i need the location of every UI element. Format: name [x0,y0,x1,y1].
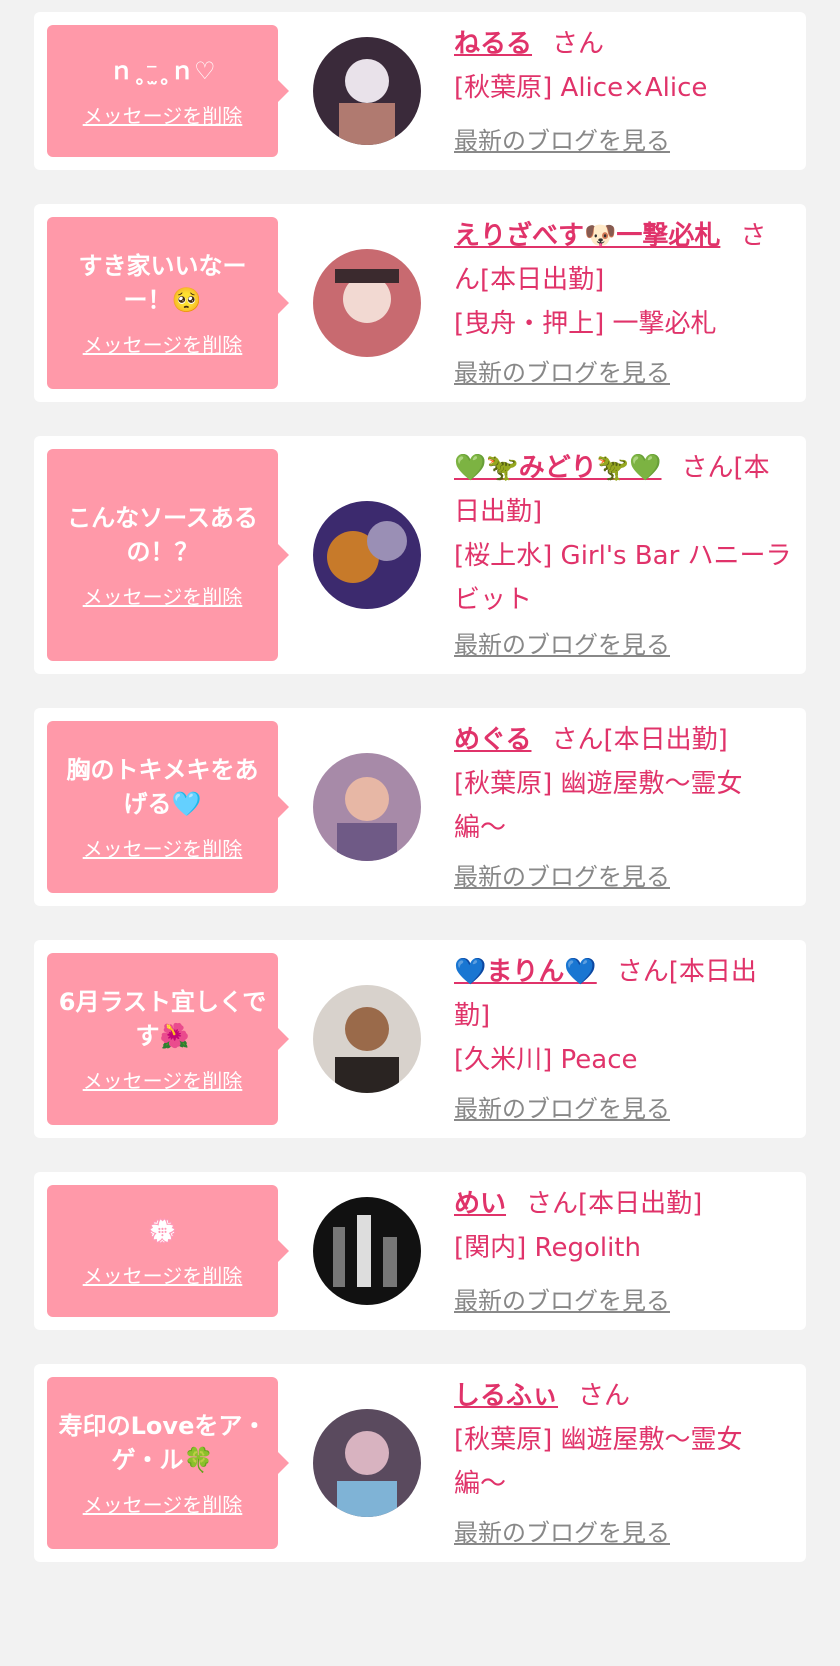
shop-label: [桜上水] Girl's Bar ハニーラビット [454,541,792,615]
message-text: 胸のトキメキをあげる🩵 [66,755,259,818]
latest-blog-link[interactable]: 最新のブログを見る [454,121,670,156]
shop-label: [関内] Regolith [454,1233,641,1263]
delete-message-link[interactable]: メッセージを削除 [83,1065,243,1094]
latest-blog-link[interactable]: 最新のブログを見る [454,1513,670,1548]
cast-info: 💚🦖みどり🦖💚 さん[本日出勤] [桜上水] Girl's Bar ハニーラビット [454,446,792,622]
shop-label: [曳舟・押上] 一撃必札 [454,309,717,339]
cast-info: めい さん[本日出勤] [関内] Regolith [454,1182,792,1270]
avatar[interactable] [313,1197,421,1305]
message-text: 💮 [147,1216,178,1245]
message-bubble: 💮 メッセージを削除 [47,1185,289,1317]
cast-info: めぐる さん[本日出勤] [秋葉原] 幽遊屋敷〜霊女編〜 [454,718,792,850]
favorite-card: ｎ˳⁻̫˳ｎ♡ メッセージを削除 ねるる さん [秋葉原] Alice×Alice… [34,12,806,170]
cast-name-link[interactable]: えりざべす🐶一撃必札 [454,221,720,251]
favorite-card: すき家いいなーー！🥺 メッセージを削除 えりざべす🐶一撃必札 さん[本日出勤] [… [34,204,806,402]
cast-info: えりざべす🐶一撃必札 さん[本日出勤] [曳舟・押上] 一撃必札 [454,214,792,346]
message-text: 6月ラスト宜しくです🌺 [58,987,267,1050]
message-bubble: 寿印のLoveをア・ゲ・ル🍀 メッセージを削除 [47,1377,289,1549]
delete-message-link[interactable]: メッセージを削除 [83,1489,243,1518]
favorite-card: 💮 メッセージを削除 めい さん[本日出勤] [関内] Regolith 最新のブ… [34,1172,806,1330]
shop-label: [秋葉原] Alice×Alice [454,73,708,103]
message-text: ｎ˳⁻̫˳ｎ♡ [109,56,216,85]
favorite-card: 胸のトキメキをあげる🩵 メッセージを削除 めぐる さん[本日出勤] [秋葉原] 幽… [34,708,806,906]
cast-name-link[interactable]: 💙まりん💙 [454,957,597,987]
avatar[interactable] [313,753,421,861]
honorific-status: さん[本日出勤] [526,1189,703,1219]
cast-name-link[interactable]: ねるる [454,29,532,59]
message-text: 寿印のLoveをア・ゲ・ル🍀 [58,1411,267,1474]
message-text: こんなソースあるの！？ [67,503,258,566]
avatar[interactable] [313,501,421,609]
shop-label: [秋葉原] 幽遊屋敷〜霊女編〜 [454,1425,743,1499]
message-bubble: こんなソースあるの！？ メッセージを削除 [47,449,289,661]
message-bubble: 6月ラスト宜しくです🌺 メッセージを削除 [47,953,289,1125]
favorite-list: ｎ˳⁻̫˳ｎ♡ メッセージを削除 ねるる さん [秋葉原] Alice×Alice… [0,0,840,1666]
honorific-status: さん [552,29,605,59]
cast-info: しるふぃ さん [秋葉原] 幽遊屋敷〜霊女編〜 [454,1374,792,1506]
latest-blog-link[interactable]: 最新のブログを見る [454,857,670,892]
latest-blog-link[interactable]: 最新のブログを見る [454,1089,670,1124]
latest-blog-link[interactable]: 最新のブログを見る [454,353,670,388]
favorite-card: 寿印のLoveをア・ゲ・ル🍀 メッセージを削除 しるふぃ さん [秋葉原] 幽遊屋… [34,1364,806,1562]
favorite-card: こんなソースあるの！？ メッセージを削除 💚🦖みどり🦖💚 さん[本日出勤] [桜上… [34,436,806,674]
favorite-card: 6月ラスト宜しくです🌺 メッセージを削除 💙まりん💙 さん[本日出勤] [久米川]… [34,940,806,1138]
cast-info: ねるる さん [秋葉原] Alice×Alice [454,22,792,110]
avatar[interactable] [313,985,421,1093]
cast-name-link[interactable]: 💚🦖みどり🦖💚 [454,453,662,483]
avatar[interactable] [313,249,421,357]
delete-message-link[interactable]: メッセージを削除 [83,1260,243,1289]
message-bubble: 胸のトキメキをあげる🩵 メッセージを削除 [47,721,289,893]
message-text: すき家いいなーー！🥺 [78,251,247,314]
delete-message-link[interactable]: メッセージを削除 [83,833,243,862]
delete-message-link[interactable]: メッセージを削除 [83,329,243,358]
honorific-status: さん[本日出勤] [551,725,728,755]
cast-name-link[interactable]: めぐる [454,725,531,755]
avatar[interactable] [313,1409,421,1517]
delete-message-link[interactable]: メッセージを削除 [83,100,243,129]
cast-name-link[interactable]: めい [454,1189,506,1219]
shop-label: [秋葉原] 幽遊屋敷〜霊女編〜 [454,769,743,843]
latest-blog-link[interactable]: 最新のブログを見る [454,1281,670,1316]
message-bubble: すき家いいなーー！🥺 メッセージを削除 [47,217,289,389]
avatar[interactable] [313,37,421,145]
cast-info: 💙まりん💙 さん[本日出勤] [久米川] Peace [454,950,792,1082]
shop-label: [久米川] Peace [454,1045,638,1075]
honorific-status: さん [578,1381,631,1411]
delete-message-link[interactable]: メッセージを削除 [83,581,243,610]
latest-blog-link[interactable]: 最新のブログを見る [454,625,670,660]
message-bubble: ｎ˳⁻̫˳ｎ♡ メッセージを削除 [47,25,289,157]
cast-name-link[interactable]: しるふぃ [454,1381,558,1411]
